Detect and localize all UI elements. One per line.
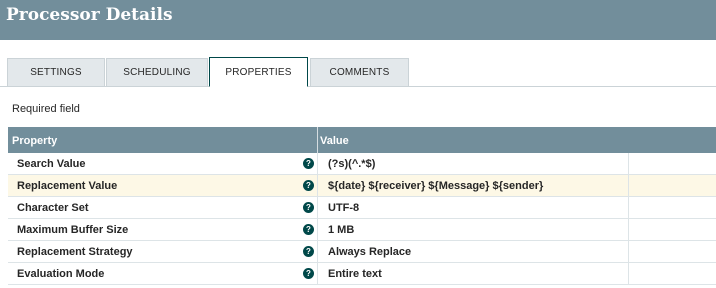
column-divider bbox=[317, 197, 318, 219]
table-row[interactable]: Character Set ? UTF-8 bbox=[8, 197, 716, 219]
property-value[interactable]: Entire text bbox=[328, 268, 382, 280]
required-field-note: Required field bbox=[12, 103, 80, 115]
dialog-header: Processor Details bbox=[0, 0, 716, 40]
help-icon[interactable]: ? bbox=[303, 246, 314, 257]
tab-scheduling[interactable]: SCHEDULING bbox=[106, 58, 208, 86]
help-icon[interactable]: ? bbox=[303, 158, 314, 169]
dialog-title: Processor Details bbox=[6, 5, 173, 25]
property-name: Character Set bbox=[17, 202, 89, 214]
property-value[interactable]: 1 MB bbox=[328, 224, 354, 236]
column-divider bbox=[628, 263, 629, 285]
property-value[interactable]: Always Replace bbox=[328, 246, 411, 258]
table-row[interactable]: Replacement Value ? ${date} ${receiver} … bbox=[8, 175, 716, 197]
column-divider bbox=[317, 241, 318, 263]
table-header: Property Value bbox=[8, 127, 716, 153]
column-divider bbox=[317, 153, 318, 175]
tab-properties[interactable]: PROPERTIES bbox=[209, 57, 308, 87]
property-value[interactable]: ${date} ${receiver} ${Message} ${sender} bbox=[328, 180, 543, 192]
column-divider bbox=[628, 197, 629, 219]
table-row[interactable]: Evaluation Mode ? Entire text bbox=[8, 263, 716, 285]
property-value[interactable]: UTF-8 bbox=[328, 202, 359, 214]
help-icon[interactable]: ? bbox=[303, 224, 314, 235]
column-header-property[interactable]: Property bbox=[12, 135, 57, 147]
table-row[interactable]: Search Value ? (?s)(^.*$) bbox=[8, 153, 716, 175]
column-divider bbox=[628, 175, 629, 197]
column-divider bbox=[317, 263, 318, 285]
column-divider bbox=[628, 153, 629, 175]
property-name: Maximum Buffer Size bbox=[17, 224, 129, 236]
property-name: Search Value bbox=[17, 158, 86, 170]
column-divider bbox=[317, 175, 318, 197]
help-icon[interactable]: ? bbox=[303, 180, 314, 191]
property-value[interactable]: (?s)(^.*$) bbox=[328, 158, 375, 170]
properties-table: Property Value Search Value ? (?s)(^.*$)… bbox=[8, 127, 716, 285]
column-divider bbox=[317, 219, 318, 241]
property-name: Evaluation Mode bbox=[17, 268, 105, 280]
property-name: Replacement Value bbox=[17, 180, 118, 192]
column-divider bbox=[628, 241, 629, 263]
tab-settings[interactable]: SETTINGS bbox=[7, 58, 105, 86]
help-icon[interactable]: ? bbox=[303, 268, 314, 279]
table-row[interactable]: Replacement Strategy ? Always Replace bbox=[8, 241, 716, 263]
help-icon[interactable]: ? bbox=[303, 202, 314, 213]
tab-comments[interactable]: COMMENTS bbox=[310, 58, 409, 86]
column-divider bbox=[628, 219, 629, 241]
property-name: Replacement Strategy bbox=[17, 246, 133, 258]
column-header-value[interactable]: Value bbox=[320, 135, 349, 147]
table-row[interactable]: Maximum Buffer Size ? 1 MB bbox=[8, 219, 716, 241]
column-divider bbox=[317, 127, 318, 153]
